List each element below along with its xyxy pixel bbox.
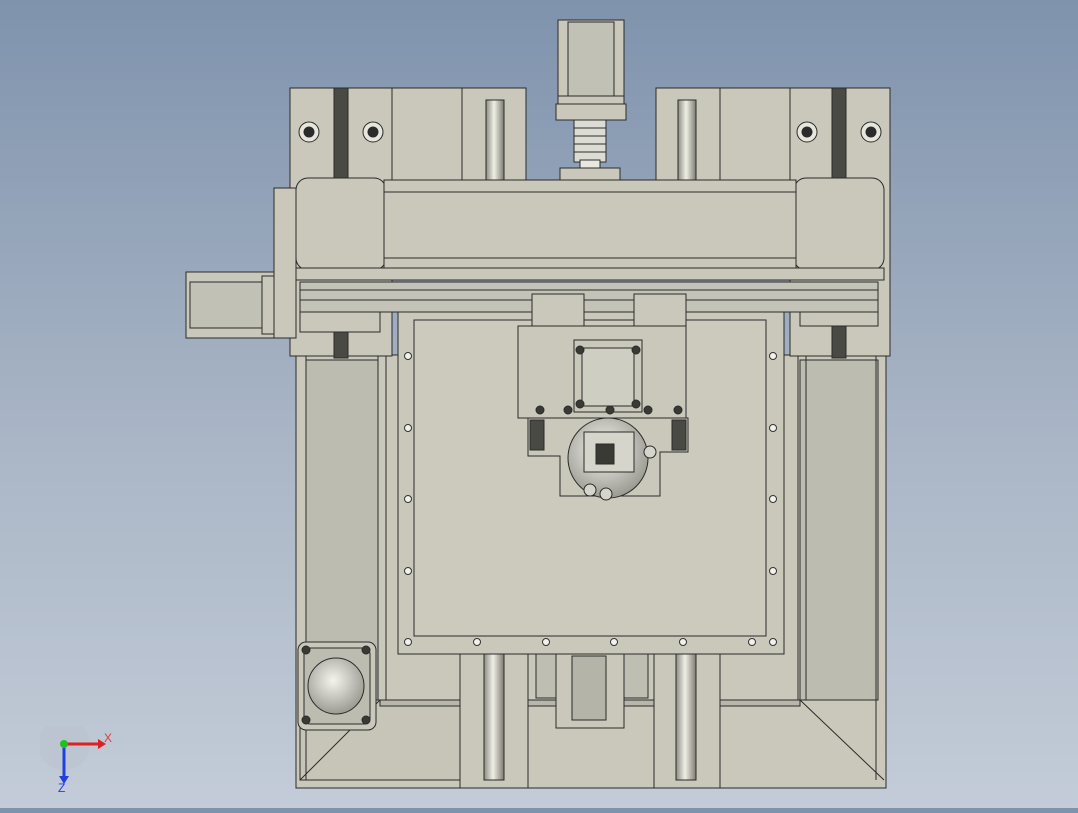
cad-viewport[interactable] [0, 0, 1078, 808]
x-rail-top-right [655, 87, 791, 181]
z-stepper-motor [555, 19, 627, 121]
y-stepper-motor [297, 641, 377, 731]
y-linear-rail-right [653, 649, 721, 789]
x-rail-top-left [391, 87, 527, 181]
axis-triad: X Z [38, 718, 130, 796]
y-linear-rail-left [459, 649, 529, 789]
cnc-assembly-drawing [185, 19, 891, 789]
y-axis-dot [60, 740, 68, 748]
x-axis-label: X [104, 731, 112, 745]
z-shaft-coupling [559, 119, 621, 181]
x-stepper-motor [185, 271, 275, 339]
z-axis-label: Z [58, 781, 65, 795]
